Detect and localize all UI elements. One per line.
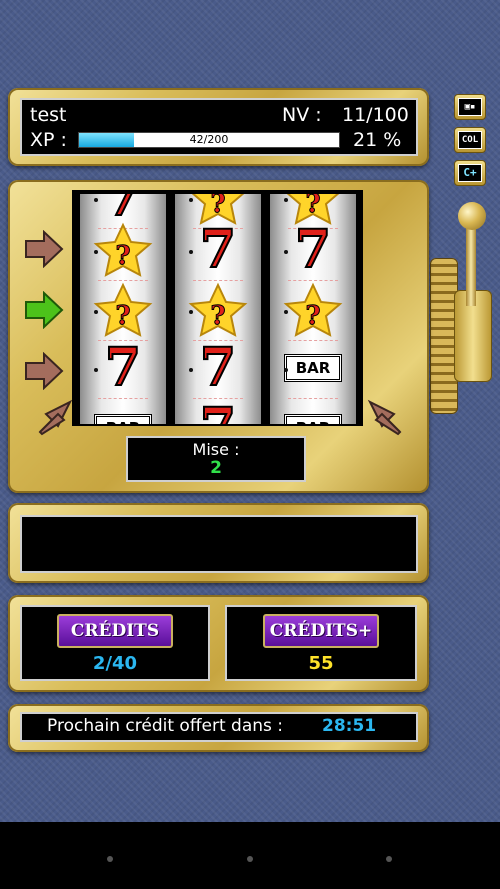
reel-symbol-star: ? xyxy=(175,282,261,338)
credits-plus-side-button[interactable]: C+ xyxy=(454,160,486,186)
payline-arrow-bottom-icon xyxy=(25,352,64,390)
reel-1: 7??7BAR xyxy=(80,194,166,424)
reel-dot xyxy=(94,250,98,254)
next-credit-timer: 28:51 xyxy=(322,716,377,736)
svg-text:?: ? xyxy=(210,194,225,219)
credits-plus-value: 55 xyxy=(308,653,334,674)
xp-progress-text: 42/200 xyxy=(189,133,229,146)
bet-display[interactable]: Mise : 2 xyxy=(126,436,306,482)
collection-button-label: COL xyxy=(458,131,482,149)
reel-dot xyxy=(94,198,98,202)
bar-symbol: BAR xyxy=(284,414,342,424)
reel-symbol-seven: 7 xyxy=(175,399,261,425)
svg-text:?: ? xyxy=(305,194,320,219)
seven-symbol: 7 xyxy=(175,399,261,425)
reel-3: ?7?BARBAR xyxy=(270,194,356,424)
reel-symbol-bar: BAR xyxy=(80,400,166,424)
credits-value: 2/40 xyxy=(92,653,138,674)
reel-dot xyxy=(284,250,288,254)
reel-divider xyxy=(98,280,148,281)
payline-arrow-top-icon xyxy=(25,230,64,268)
svg-text:?: ? xyxy=(210,301,225,331)
reel-divider xyxy=(288,280,338,281)
credits-button[interactable]: CRÉDITS xyxy=(57,614,173,648)
bar-symbol: BAR xyxy=(94,414,152,424)
seven-symbol: 7 xyxy=(104,337,142,398)
reel-2: ?7?77 xyxy=(175,194,261,424)
level-label: NV : xyxy=(282,104,322,126)
reel-dot xyxy=(284,310,288,314)
reel-dot xyxy=(189,368,193,372)
lever-knob[interactable] xyxy=(458,202,486,230)
nav-home-button[interactable] xyxy=(247,856,253,862)
reel-dot xyxy=(189,250,193,254)
seven-symbol: 7 xyxy=(294,219,332,280)
reel-symbol-star: ? xyxy=(80,282,166,338)
reel-symbol-bar: BAR xyxy=(270,340,356,396)
reel-divider xyxy=(288,398,338,399)
seven-symbol: 7 xyxy=(199,337,237,398)
nav-back-button[interactable] xyxy=(107,856,113,862)
reel-symbol-seven: 7 xyxy=(270,219,356,280)
level-value: 11/100 xyxy=(342,104,409,126)
svg-text:?: ? xyxy=(115,301,130,331)
xp-label: XP : xyxy=(30,129,67,151)
reel-divider xyxy=(193,280,243,281)
star-question-icon: ? xyxy=(93,282,153,337)
stats-button[interactable]: ▣▪ xyxy=(454,94,486,120)
reel-symbol-star: ? xyxy=(270,282,356,338)
credits-plus-button[interactable]: CRÉDITS+ xyxy=(263,614,379,648)
reel-dot xyxy=(189,310,193,314)
payline-arrow-diagonal-right-icon xyxy=(367,399,402,436)
collection-button[interactable]: COL xyxy=(454,127,486,153)
nav-recents-button[interactable] xyxy=(386,856,392,862)
star-question-icon: ? xyxy=(283,282,343,337)
reel-dot xyxy=(94,310,98,314)
bet-value: 2 xyxy=(210,458,222,478)
reel-symbol-bar: BAR xyxy=(270,400,356,424)
reel-dot xyxy=(284,368,288,372)
xp-percent: 21 % xyxy=(353,129,402,151)
stats-icon: ▣▪ xyxy=(458,98,482,116)
reel-dot xyxy=(94,368,98,372)
reel-dot xyxy=(189,198,193,202)
slot-lever[interactable] xyxy=(466,218,476,306)
star-question-icon: ? xyxy=(93,222,153,277)
message-display xyxy=(20,515,418,573)
next-credit-label: Prochain crédit offert dans : xyxy=(47,716,284,736)
star-question-icon: ? xyxy=(188,282,248,337)
reel-divider xyxy=(98,398,148,399)
reel-symbol-seven: 7 xyxy=(80,337,166,398)
reel-symbol-star: ? xyxy=(80,222,166,278)
player-name: test xyxy=(30,104,67,126)
svg-text:?: ? xyxy=(115,241,130,271)
payline-arrow-diagonal-left-icon xyxy=(38,399,73,436)
svg-text:?: ? xyxy=(305,301,320,331)
payline-arrow-middle-icon xyxy=(25,291,64,329)
xp-progress-bar: 42/200 xyxy=(78,132,340,148)
seven-symbol: 7 xyxy=(199,219,237,280)
bar-symbol: BAR xyxy=(284,354,342,382)
reel-symbol-seven: 7 xyxy=(175,219,261,280)
reel-dot xyxy=(284,198,288,202)
credits-plus-side-label: C+ xyxy=(458,164,482,182)
reel-symbol-seven: 7 xyxy=(175,337,261,398)
bet-label: Mise : xyxy=(192,440,240,459)
